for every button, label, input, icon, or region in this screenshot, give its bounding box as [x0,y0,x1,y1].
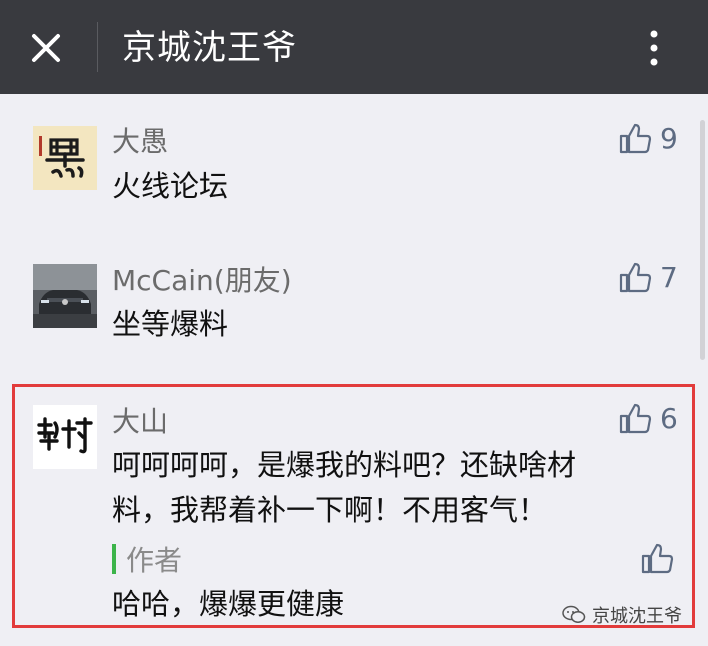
like-count: 6 [660,401,678,435]
author-marker [112,544,116,574]
thumbs-up-icon [619,123,652,154]
avatar[interactable] [33,405,97,469]
comment-text: 呵呵呵呵，是爆我的料吧？还缺啥材 [112,448,577,482]
reply-text: 哈哈，爆爆更健康 [112,587,345,621]
watermark: 京城沈王爷 [562,600,682,630]
like-count: 7 [660,260,678,294]
like-button[interactable]: 7 [618,257,678,297]
thumbs-up-icon [619,403,652,434]
page-title: 京城沈王爷 [122,28,297,68]
close-button[interactable] [22,24,70,72]
car-avatar-icon [33,264,97,328]
author-label: 作者 [126,544,183,577]
calligraphy-avatar-icon [33,405,97,469]
like-count: 9 [660,121,678,155]
like-button[interactable]: 9 [618,118,678,158]
like-button[interactable]: 6 [618,398,678,438]
more-vertical-icon [650,30,658,66]
watermark-text: 京城沈王爷 [592,606,682,627]
comment-text: 坐等爆料 [112,307,229,341]
thumbs-up-icon [641,543,674,574]
comment-text: 火线论坛 [112,169,229,203]
author-reply-tag: 作者 [112,541,182,577]
more-button[interactable] [630,24,678,72]
top-bar: 京城沈王爷 [0,0,708,94]
close-icon [32,34,60,62]
scrollbar[interactable] [696,120,708,360]
avatar[interactable] [33,126,97,190]
comment-text: 料，我帮着补一下啊！不用客气！ [112,493,548,527]
avatar[interactable] [33,264,97,328]
comment-author[interactable]: 大山 [112,400,168,440]
calligraphy-avatar-icon [33,126,97,190]
comment-author[interactable]: 大愚 [112,120,168,160]
thumbs-up-icon [619,262,652,293]
header-divider [97,22,98,72]
comment-author[interactable]: McCain(朋友) [112,259,292,299]
reply-like-button[interactable] [640,538,674,578]
wechat-icon [562,605,586,623]
